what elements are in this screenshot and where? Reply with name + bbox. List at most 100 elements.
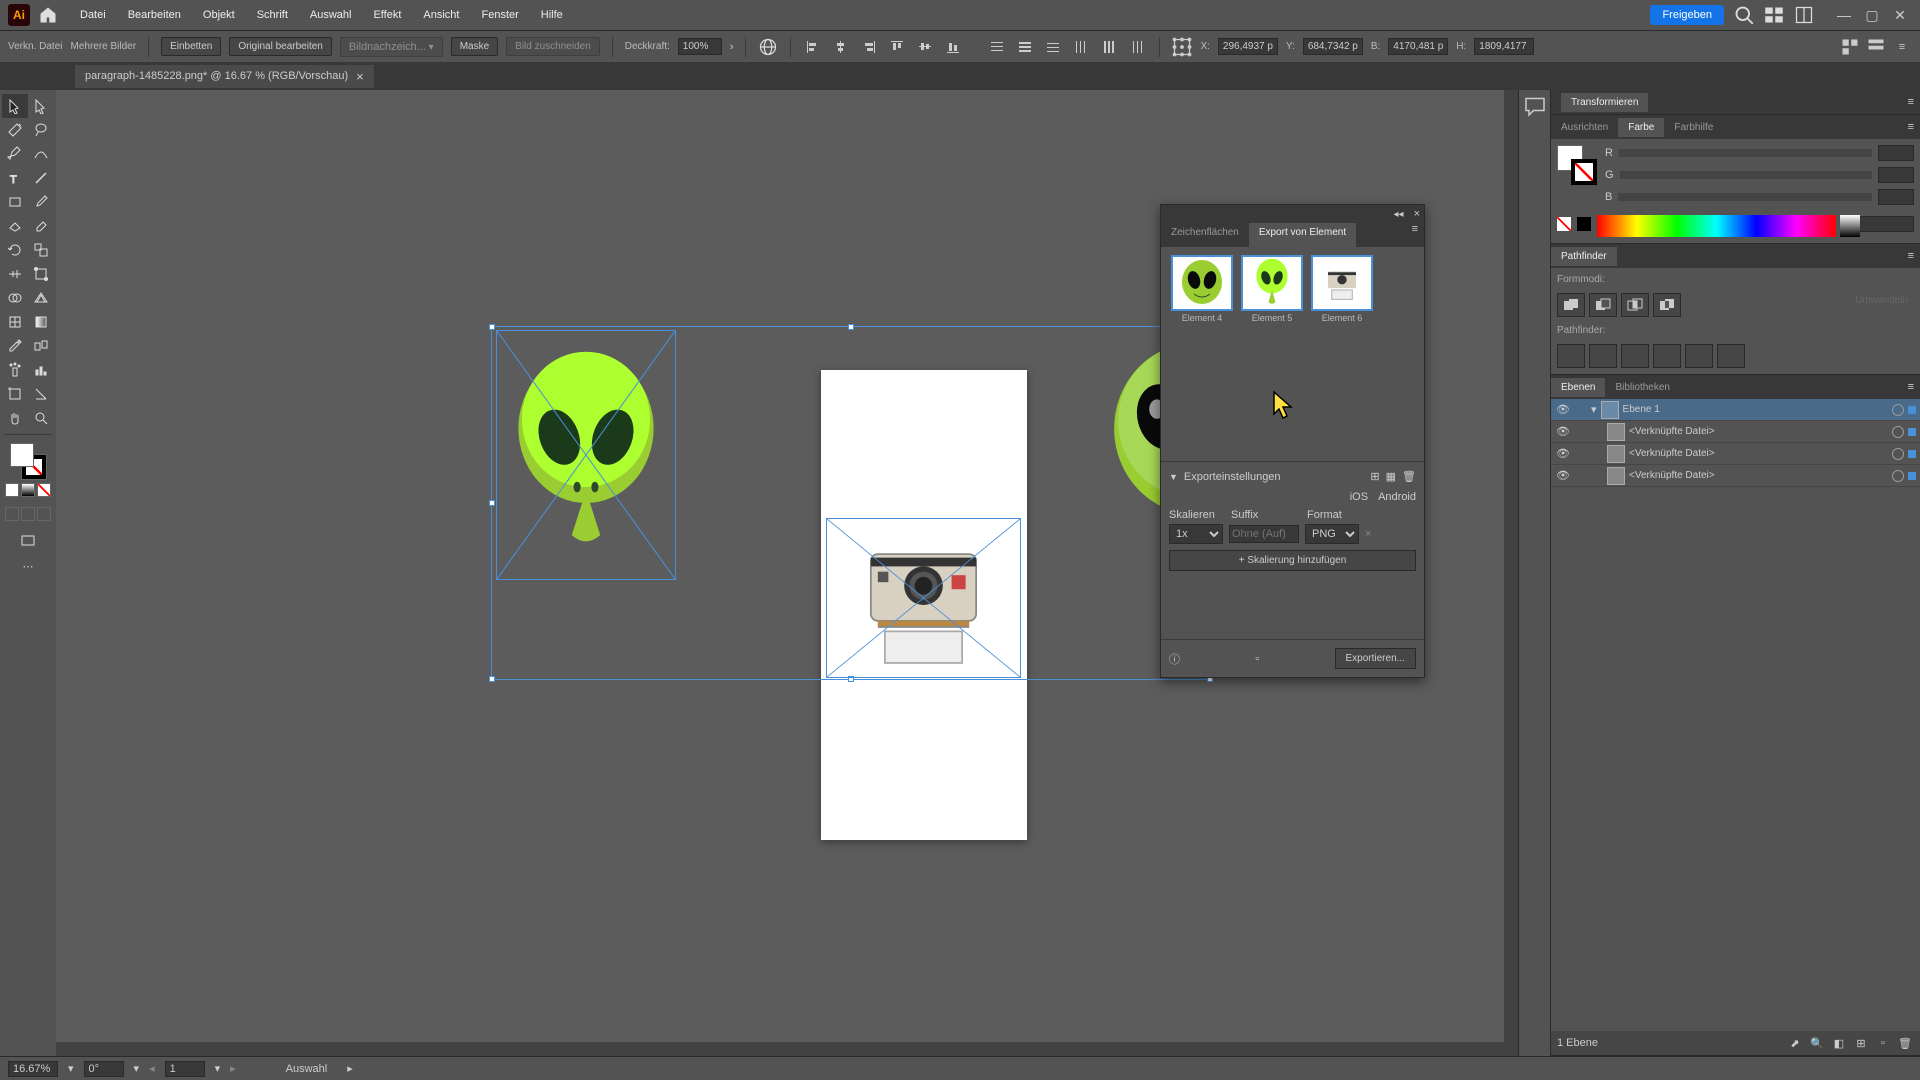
lasso-tool[interactable] bbox=[28, 118, 54, 142]
fill-stroke-indicator[interactable] bbox=[10, 443, 46, 479]
asset-item[interactable]: Element 4 bbox=[1169, 255, 1235, 323]
hand-tool[interactable] bbox=[2, 406, 28, 430]
visibility-icon[interactable]: 👁 bbox=[1555, 446, 1571, 462]
opacity-input[interactable] bbox=[678, 38, 722, 55]
transform-reference-icon[interactable] bbox=[1172, 37, 1192, 57]
artboard-tool[interactable] bbox=[2, 382, 28, 406]
android-preset[interactable]: Android bbox=[1378, 491, 1416, 503]
disclosure-icon[interactable]: ▾ bbox=[1591, 403, 1597, 416]
locate-object-icon[interactable]: ⬈ bbox=[1786, 1034, 1804, 1052]
horizontal-scrollbar[interactable] bbox=[56, 1042, 1504, 1056]
draw-behind-icon[interactable] bbox=[21, 507, 35, 521]
align-bottom-icon[interactable] bbox=[943, 37, 963, 57]
tab-libraries[interactable]: Bibliotheken bbox=[1605, 378, 1679, 397]
shaper-tool[interactable] bbox=[2, 214, 28, 238]
isolate-icon[interactable] bbox=[1840, 37, 1860, 57]
target-icon[interactable] bbox=[1892, 470, 1904, 482]
align-top-icon[interactable] bbox=[887, 37, 907, 57]
fill-stroke-preview[interactable] bbox=[1557, 145, 1597, 185]
close-panel-icon[interactable]: × bbox=[1414, 208, 1420, 220]
add-preset-icon[interactable]: ⊞ bbox=[1370, 470, 1379, 483]
black-swatch-icon[interactable] bbox=[1577, 217, 1591, 231]
menu-view[interactable]: Ansicht bbox=[413, 5, 469, 25]
globe-icon[interactable] bbox=[758, 37, 778, 57]
grid-icon[interactable]: ▦ bbox=[1386, 470, 1396, 483]
info-icon[interactable]: ⓘ bbox=[1169, 651, 1180, 667]
blend-tool[interactable] bbox=[28, 334, 54, 358]
export-button[interactable]: Exportieren... bbox=[1335, 648, 1416, 669]
placed-image-camera[interactable] bbox=[826, 518, 1021, 678]
g-input[interactable] bbox=[1878, 167, 1914, 183]
layer-name[interactable]: Ebene 1 bbox=[1623, 404, 1888, 415]
panel-menu-icon[interactable]: ≡ bbox=[1902, 381, 1920, 393]
exclude-icon[interactable] bbox=[1653, 293, 1681, 317]
align-to-icon[interactable] bbox=[1866, 37, 1886, 57]
layer-name[interactable]: <Verknüpfte Datei> bbox=[1629, 448, 1888, 459]
symbol-sprayer-tool[interactable] bbox=[2, 358, 28, 382]
menu-effect[interactable]: Effekt bbox=[363, 5, 411, 25]
slice-tool[interactable] bbox=[28, 382, 54, 406]
preview-icon[interactable]: ▫ bbox=[1255, 653, 1259, 665]
zoom-dropdown-icon[interactable]: ▾ bbox=[68, 1062, 74, 1075]
rotation-input[interactable] bbox=[84, 1061, 124, 1077]
selection-tool[interactable] bbox=[2, 94, 28, 118]
asset-thumbnail[interactable] bbox=[1171, 255, 1233, 311]
disclosure-icon[interactable]: ▼ bbox=[1169, 472, 1178, 482]
outline-icon[interactable] bbox=[1685, 344, 1713, 368]
screen-mode-icon[interactable] bbox=[20, 533, 36, 552]
distribute-bottom-icon[interactable] bbox=[1043, 37, 1063, 57]
intersect-icon[interactable] bbox=[1621, 293, 1649, 317]
asset-thumbnail[interactable] bbox=[1241, 255, 1303, 311]
target-icon[interactable] bbox=[1892, 426, 1904, 438]
delete-layer-icon[interactable]: 🗑 bbox=[1896, 1034, 1914, 1052]
type-tool[interactable]: T bbox=[2, 166, 28, 190]
find-layer-icon[interactable]: 🔍 bbox=[1808, 1034, 1826, 1052]
maximize-icon[interactable]: ▢ bbox=[1860, 5, 1884, 25]
align-hcenter-icon[interactable] bbox=[831, 37, 851, 57]
layer-row[interactable]: 👁 <Verknüpfte Datei> bbox=[1551, 421, 1920, 443]
layer-row[interactable]: 👁 ▾ Ebene 1 bbox=[1551, 399, 1920, 421]
options-menu-icon[interactable]: ≡ bbox=[1892, 37, 1912, 57]
none-swatch-icon[interactable] bbox=[1557, 217, 1571, 231]
asset-thumbnail[interactable] bbox=[1311, 255, 1373, 311]
magic-wand-tool[interactable] bbox=[2, 118, 28, 142]
minimize-icon[interactable]: — bbox=[1832, 5, 1856, 25]
share-button[interactable]: Freigeben bbox=[1650, 5, 1724, 25]
asset-label[interactable]: Element 5 bbox=[1252, 313, 1293, 323]
minus-front-icon[interactable] bbox=[1589, 293, 1617, 317]
eyedropper-tool[interactable] bbox=[2, 334, 28, 358]
tab-transform[interactable]: Transformieren bbox=[1561, 93, 1648, 112]
tab-color-guide[interactable]: Farbhilfe bbox=[1664, 118, 1723, 137]
edit-toolbar-icon[interactable]: ⋯ bbox=[23, 560, 34, 573]
align-right-icon[interactable] bbox=[859, 37, 879, 57]
artboard-nav-input[interactable] bbox=[165, 1061, 205, 1077]
menu-type[interactable]: Schrift bbox=[247, 5, 298, 25]
image-trace-button[interactable]: Bildnachzeich... ▾ bbox=[340, 37, 443, 57]
multiple-images-label[interactable]: Mehrere Bilder bbox=[70, 41, 136, 52]
menu-select[interactable]: Auswahl bbox=[300, 5, 362, 25]
y-input[interactable] bbox=[1303, 38, 1363, 55]
zoom-tool[interactable] bbox=[28, 406, 54, 430]
scale-select[interactable]: 1x bbox=[1169, 524, 1223, 544]
arrange-docs-icon[interactable] bbox=[1764, 5, 1784, 25]
asset-label[interactable]: Element 4 bbox=[1182, 313, 1223, 323]
rotation-dropdown-icon[interactable]: ▾ bbox=[134, 1062, 140, 1075]
tab-layers[interactable]: Ebenen bbox=[1551, 378, 1605, 397]
h-input[interactable] bbox=[1474, 38, 1534, 55]
suffix-input[interactable] bbox=[1229, 525, 1299, 543]
layer-name[interactable]: <Verknüpfte Datei> bbox=[1629, 426, 1888, 437]
gradient-mode-icon[interactable] bbox=[21, 483, 35, 497]
tab-color[interactable]: Farbe bbox=[1618, 118, 1664, 137]
tab-artboards[interactable]: Zeichenflächen bbox=[1161, 223, 1249, 247]
align-left-icon[interactable] bbox=[803, 37, 823, 57]
document-tab[interactable]: paragraph-1485228.png* @ 16.67 % (RGB/Vo… bbox=[75, 65, 374, 88]
tab-pathfinder[interactable]: Pathfinder bbox=[1551, 247, 1617, 266]
asset-item[interactable]: Element 5 bbox=[1239, 255, 1305, 323]
status-menu-icon[interactable]: ▸ bbox=[347, 1062, 353, 1075]
panel-menu-icon[interactable]: ≡ bbox=[1902, 96, 1920, 108]
embed-button[interactable]: Einbetten bbox=[161, 37, 221, 56]
distribute-top-icon[interactable] bbox=[987, 37, 1007, 57]
add-scale-button[interactable]: + Skalierung hinzufügen bbox=[1169, 550, 1416, 571]
perspective-grid-tool[interactable] bbox=[28, 286, 54, 310]
vertical-scrollbar[interactable] bbox=[1504, 90, 1518, 1056]
